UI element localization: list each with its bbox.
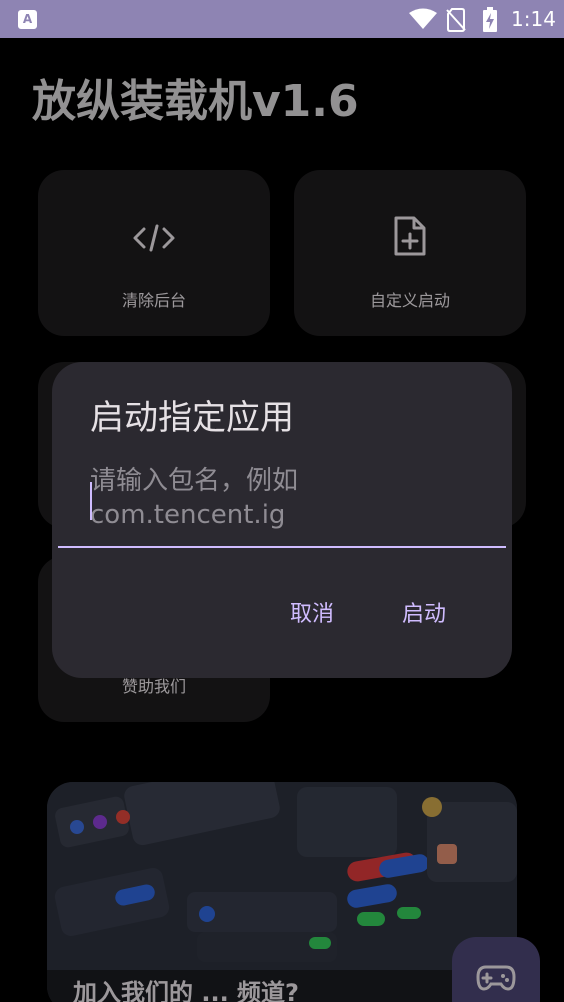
- wifi-icon: [409, 8, 437, 29]
- package-name-field-container: [58, 462, 506, 548]
- cancel-button[interactable]: 取消: [290, 600, 334, 630]
- status-bar: A 1:14: [0, 0, 564, 38]
- battery-charging-icon: [483, 7, 497, 32]
- no-sim-icon: [446, 8, 466, 32]
- launch-app-dialog: 启动指定应用 取消 启动: [52, 362, 512, 678]
- status-time: 1:14: [511, 7, 556, 31]
- dialog-title: 启动指定应用: [90, 398, 294, 438]
- app-notification-icon: A: [18, 10, 37, 29]
- text-cursor: [90, 482, 92, 520]
- launch-button[interactable]: 启动: [402, 600, 446, 630]
- package-name-input[interactable]: [90, 464, 490, 544]
